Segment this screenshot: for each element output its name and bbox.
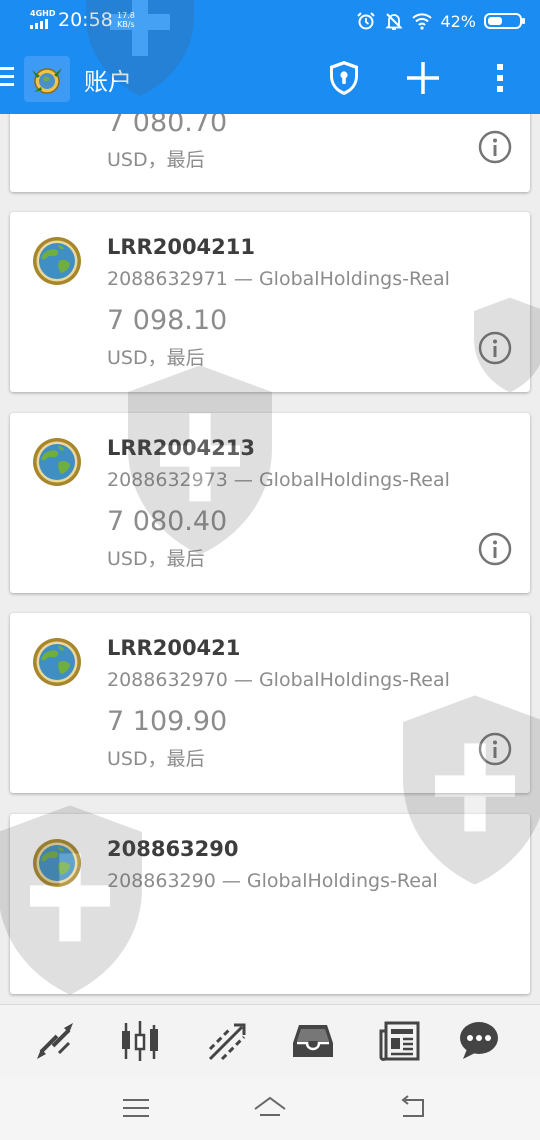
account-server: 2088632970 — GlobalHoldings-Real bbox=[107, 669, 450, 691]
account-name: LRR2004213 bbox=[107, 436, 256, 460]
app-bar: 账户 bbox=[0, 42, 540, 114]
account-card[interactable]: 7 080.70 USD，最后 bbox=[10, 114, 530, 192]
account-balance: 7 080.70 bbox=[107, 114, 228, 138]
signal-icon bbox=[30, 19, 48, 29]
network-type: 4GHD bbox=[30, 9, 56, 18]
more-vert-icon[interactable] bbox=[478, 56, 522, 100]
account-card[interactable]: 208863290 208863290 — GlobalHoldings-Rea… bbox=[10, 814, 530, 994]
account-currency: USD，最后 bbox=[107, 548, 205, 570]
chat-icon[interactable] bbox=[457, 1019, 501, 1063]
info-icon[interactable] bbox=[478, 732, 512, 766]
battery-icon bbox=[484, 13, 525, 29]
metatrader-logo-icon bbox=[32, 68, 62, 94]
account-balance: 7 109.90 bbox=[107, 706, 228, 737]
menu-icon[interactable] bbox=[0, 67, 14, 89]
account-server: 208863290 — GlobalHoldings-Real bbox=[107, 870, 438, 892]
network-speed: 17.8 KB/s bbox=[117, 11, 135, 29]
system-nav-bar bbox=[0, 1077, 540, 1140]
info-icon[interactable] bbox=[478, 532, 512, 566]
account-card[interactable]: LRR2004211 2088632971 — GlobalHoldings-R… bbox=[10, 212, 530, 392]
page-title: 账户 bbox=[84, 68, 132, 96]
chart-icon[interactable] bbox=[118, 1019, 162, 1063]
clock: 20:58 bbox=[58, 9, 113, 31]
status-bar: 4GHD 20:58 17.8 KB/s 42% bbox=[0, 0, 540, 42]
account-name: LRR200421 bbox=[107, 636, 241, 660]
account-name: LRR2004211 bbox=[107, 235, 256, 259]
app-logo bbox=[24, 56, 70, 102]
back-icon[interactable] bbox=[395, 1093, 429, 1123]
network-speed-value: 17.8 bbox=[117, 11, 135, 20]
status-icons: 42% bbox=[356, 10, 525, 32]
account-balance: 7 080.40 bbox=[107, 506, 228, 537]
plus-icon[interactable] bbox=[401, 56, 445, 100]
shield-lock-icon[interactable] bbox=[322, 56, 366, 100]
globe-icon bbox=[33, 438, 81, 486]
account-card[interactable]: LRR2004213 2088632973 — GlobalHoldings-R… bbox=[10, 413, 530, 593]
info-icon[interactable] bbox=[478, 130, 512, 164]
globe-icon bbox=[33, 839, 81, 887]
alarm-icon bbox=[357, 12, 376, 30]
account-balance: 7 098.10 bbox=[107, 305, 228, 336]
account-server: 2088632971 — GlobalHoldings-Real bbox=[107, 268, 450, 290]
globe-icon bbox=[33, 638, 81, 686]
account-list: 7 080.70 USD，最后 LRR2004211 2088632971 — … bbox=[0, 114, 540, 1004]
bottom-toolbar bbox=[0, 1004, 540, 1077]
home-icon[interactable] bbox=[253, 1093, 287, 1123]
battery-percent: 42% bbox=[440, 11, 476, 31]
account-currency: USD，最后 bbox=[107, 149, 205, 171]
account-name: 208863290 bbox=[107, 837, 239, 861]
account-currency: USD，最后 bbox=[107, 748, 205, 770]
account-server: 2088632973 — GlobalHoldings-Real bbox=[107, 469, 450, 491]
menu-lines-icon[interactable] bbox=[119, 1093, 153, 1123]
network-speed-unit: KB/s bbox=[117, 20, 135, 29]
top-bar: 4GHD 20:58 17.8 KB/s 42% 账户 bbox=[0, 0, 540, 114]
history-icon[interactable] bbox=[291, 1019, 335, 1063]
trade-icon[interactable] bbox=[204, 1019, 248, 1063]
globe-icon bbox=[33, 237, 81, 285]
info-icon[interactable] bbox=[478, 331, 512, 365]
news-icon[interactable] bbox=[378, 1019, 422, 1063]
account-currency: USD，最后 bbox=[107, 347, 205, 369]
mute-bell-icon bbox=[385, 13, 404, 30]
account-card[interactable]: LRR200421 2088632970 — GlobalHoldings-Re… bbox=[10, 613, 530, 793]
wifi-icon bbox=[412, 13, 433, 30]
quotes-icon[interactable] bbox=[33, 1019, 77, 1063]
